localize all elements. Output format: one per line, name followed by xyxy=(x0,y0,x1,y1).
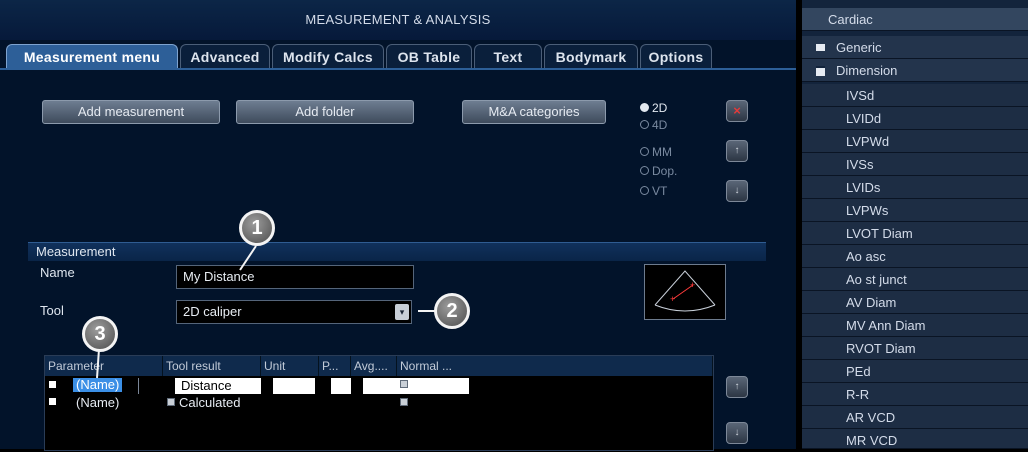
sidebar-item[interactable]: LVOT Diam xyxy=(802,222,1028,245)
sidebar-folder-dimension[interactable]: Dimension xyxy=(802,59,1028,82)
sidebar-item[interactable]: PEd xyxy=(802,360,1028,383)
sidebar-item[interactable]: R-R xyxy=(802,383,1028,406)
sidebar-item[interactable]: MR VCD xyxy=(802,429,1028,449)
measurement-tree-sidebar: Cardiac Generic Dimension IVSd LVIDd LVP… xyxy=(802,0,1028,449)
sidebar-item[interactable]: MV Ann Diam xyxy=(802,314,1028,337)
sidebar-folder-generic[interactable]: Generic xyxy=(802,36,1028,59)
sidebar-item[interactable]: Ao st junct xyxy=(802,268,1028,291)
sidebar-item[interactable]: IVSs xyxy=(802,153,1028,176)
sidebar-item[interactable]: LVPWd xyxy=(802,130,1028,153)
sidebar-item-cardiac[interactable]: Cardiac xyxy=(802,8,1028,31)
sidebar-item[interactable]: LVIDd xyxy=(802,107,1028,130)
callout-1: 1 xyxy=(239,210,275,246)
callout-3: 3 xyxy=(82,316,118,352)
sidebar-item[interactable]: LVIDs xyxy=(802,176,1028,199)
main-panel: MEASUREMENT & ANALYSIS Measurement menu … xyxy=(0,0,796,451)
sidebar-item[interactable]: IVSd xyxy=(802,84,1028,107)
sidebar-item[interactable]: Ao asc xyxy=(802,245,1028,268)
sidebar-item[interactable]: RVOT Diam xyxy=(802,337,1028,360)
sidebar-item[interactable]: AR VCD xyxy=(802,406,1028,429)
callout-pointers xyxy=(96,245,438,379)
sidebar-item[interactable]: LVPWs xyxy=(802,199,1028,222)
callout-2: 2 xyxy=(434,293,470,329)
sidebar-item[interactable]: AV Diam xyxy=(802,291,1028,314)
folder-icon xyxy=(816,44,825,51)
folder-open-icon xyxy=(816,66,825,76)
